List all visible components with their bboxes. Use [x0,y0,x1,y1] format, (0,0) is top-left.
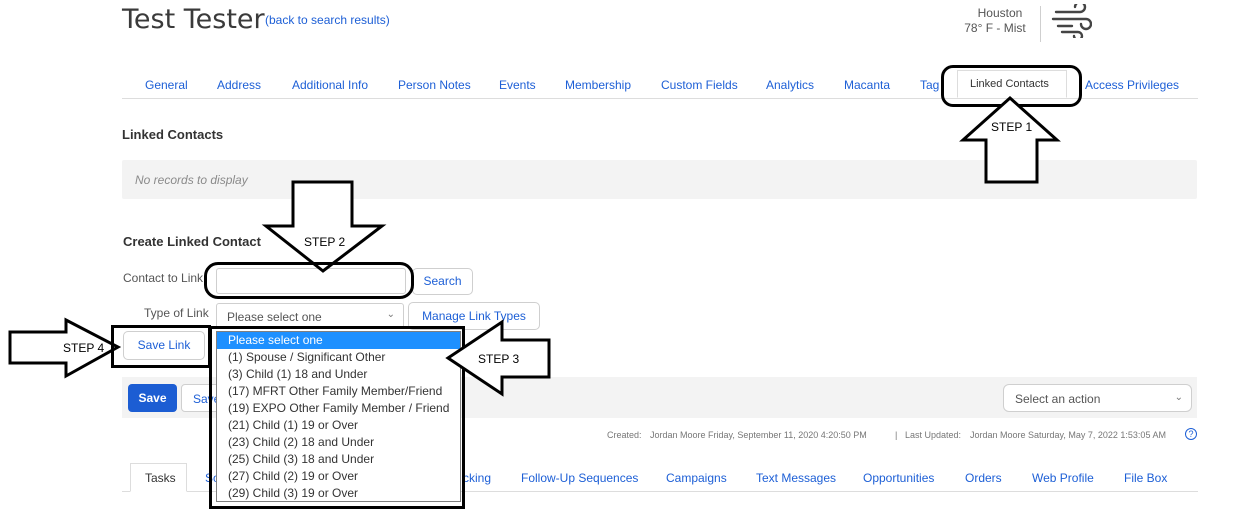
step3-highlight-box [209,326,465,509]
tab-tracking[interactable]: cking [463,471,491,485]
tab-address[interactable]: Address [217,78,261,92]
wind-icon [1051,4,1092,38]
weather-divider [1040,6,1041,42]
select-action-dropdown[interactable]: Select an action ⌄ [1003,384,1192,412]
tab-tasks[interactable]: Tasks [145,471,176,485]
tab-follow-up-sequences[interactable]: Follow-Up Sequences [521,471,638,485]
tab-additional-info[interactable]: Additional Info [292,78,368,92]
weather-city: Houston [977,6,1023,20]
tab-text-messages[interactable]: Text Messages [756,471,836,485]
step2-highlight-box [204,262,414,299]
tab-opportunities[interactable]: Opportunities [863,471,934,485]
create-linked-heading: Create Linked Contact [123,234,261,249]
tab-orders[interactable]: Orders [965,471,1002,485]
tab-custom-fields[interactable]: Custom Fields [661,78,738,92]
type-of-link-label: Type of Link [144,306,209,320]
help-icon[interactable]: ? [1185,428,1197,440]
step1-label: STEP 1 [991,120,1033,134]
tab-tags[interactable]: Tag [920,78,939,92]
tab-person-notes[interactable]: Person Notes [398,78,471,92]
step4-label: STEP 4 [63,341,105,355]
save-button[interactable]: Save [128,384,177,412]
empty-state-text: No records to display [135,173,248,187]
created-label: Created: [607,430,642,440]
step2-label: STEP 2 [304,235,346,249]
linked-contacts-heading: Linked Contacts [122,127,224,142]
tab-membership[interactable]: Membership [565,78,631,92]
last-updated-label: Last Updated: [905,430,962,440]
tab-web-profile[interactable]: Web Profile [1032,471,1094,485]
link-type-selected-value: Please select one [227,310,322,324]
tab-macanta[interactable]: Macanta [844,78,890,92]
step4-highlight-box [111,325,211,368]
contact-to-link-label: Contact to Link [123,271,204,285]
tab-events[interactable]: Events [499,78,536,92]
step2-down-arrow-icon [261,180,387,273]
tab-access-privileges[interactable]: Access Privileges [1085,78,1179,92]
page-title: Test Tester [122,4,265,35]
step3-label: STEP 3 [478,352,520,366]
chevron-down-icon: ⌄ [1174,392,1183,403]
meta-separator: | [895,430,898,440]
step1-up-arrow-icon [959,95,1061,184]
search-button[interactable]: Search [412,268,473,295]
tab-campaigns[interactable]: Campaigns [666,471,727,485]
created-value: Jordan Moore Friday, September 11, 2020 … [650,430,867,440]
back-to-search-link[interactable]: (back to search results) [265,13,390,27]
tab-general[interactable]: General [145,78,188,92]
weather-conditions: 78° F - Mist [964,21,1026,35]
last-updated-value: Jordan Moore Saturday, May 7, 2022 1:53:… [970,430,1166,440]
tab-analytics[interactable]: Analytics [766,78,814,92]
select-action-label: Select an action [1015,392,1101,406]
tab-file-box[interactable]: File Box [1124,471,1167,485]
chevron-down-icon: ⌄ [386,309,395,320]
